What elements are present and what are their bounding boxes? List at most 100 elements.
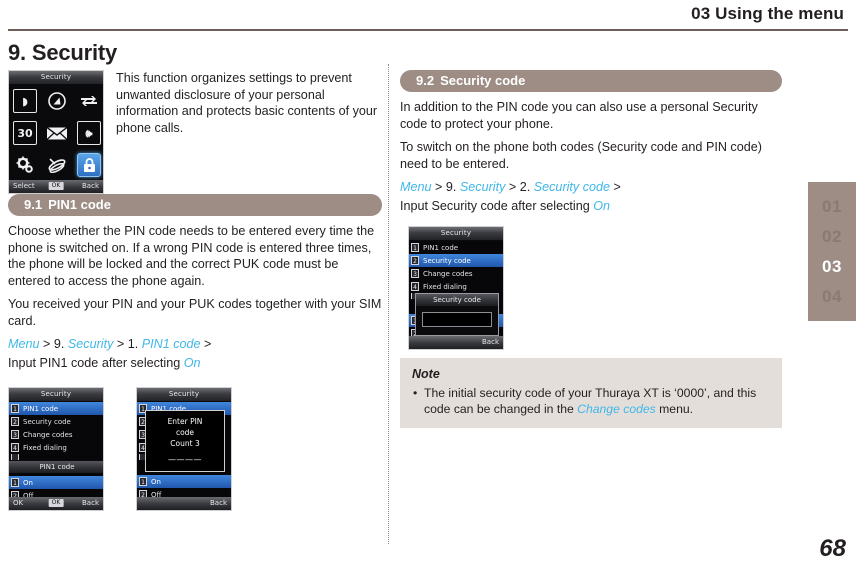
list-item-number: 2 [411,256,419,265]
chapter-tabs-sidebar: 01 02 03 04 [808,182,856,321]
list-item-number-partial [11,454,19,460]
chapter-tab-04[interactable]: 04 [808,282,856,312]
phone-softkey-bar: Select OK Back [9,180,103,193]
calendar-icon: 30 [13,121,37,145]
security-code-input[interactable] [422,312,492,327]
list-item: 2 Security code [9,415,103,428]
satellite-icon [46,154,68,176]
list-item-label: Security code [23,417,71,426]
list-item: 1 PIN1 code [9,402,103,415]
list-item: 2 Security code [409,254,503,267]
softkey-back: Back [82,182,99,190]
call-divert-icon [78,90,100,112]
list-item-number: 4 [11,443,19,452]
section-title-92: Security code [440,73,526,88]
section-title-91: PIN1 code [48,197,111,212]
note-text-post: menu. [655,402,694,416]
running-header-title: 03 Using the menu [691,4,844,23]
list-item-label: PIN1 code [23,404,59,413]
input-instruction-value: On [183,355,201,370]
list-item-label: Fixed dialing [23,443,67,452]
list-item: 4 Fixed dialing [409,280,503,293]
section-header-91: 9.1 PIN1 code [8,194,382,216]
section-91-paragraph-1: Choose whether the PIN code needs to be … [8,224,375,288]
list-item-number: 3 [11,430,19,439]
menu-path-level-2: Security [67,337,114,351]
note-link-change-codes: Change codes [577,402,656,416]
phone-screenshot-pin1-list: Security 1 PIN1 code 2 Security code 3 C… [8,387,104,511]
menu-path-sep-3: > [610,180,621,194]
phone-screenshot-pair: Security 1 PIN1 code 2 Security code 3 C… [8,387,382,519]
menu-path-sep-2: > 1. [113,337,142,351]
input-instruction-value: On [593,198,611,213]
section-header-92: 9.2 Security code [400,70,782,92]
list-item-label: PIN1 code [423,243,459,252]
chapter-tab-02[interactable]: 02 [808,222,856,252]
section-92-paragraph-1: In addition to the PIN code you can also… [400,100,758,131]
list-item: 3 Change codes [409,267,503,280]
section-91-input-instruction: Input PIN1 code after selecting On [8,355,382,372]
menu-path-sep-2: > 2. [505,180,534,194]
security-lock-icon [77,153,101,177]
section-92-input-instruction: Input Security code after selecting On [400,198,782,215]
list-item-label: Fixed dialing [423,282,467,291]
list-item: 1 PIN1 code [409,241,503,254]
phone-screenshot-wrapper-security-code: Security 1 PIN1 code 2 Security code 3 C… [400,226,782,358]
softkey-ok: OK [48,182,64,190]
section-91-menu-path: Menu > 9. Security > 1. PIN1 code > [8,336,382,353]
chapter-tab-01[interactable]: 01 [808,192,856,222]
phone-screenshot-security-menu: Security ◗ 30 🕪 Select OK Back [8,70,104,194]
page-title: 9. Security [8,40,118,65]
header-rule [8,29,848,31]
phone-screenshot-enter-pin-dialog: Security 1 PIN1 code 2 Security code 3 C… [136,387,232,511]
popup-line-1: Enter PIN [167,417,203,426]
softkey-ok: OK [48,499,64,507]
phone-titlebar: Security [9,388,103,402]
list-option-label: On [23,478,33,487]
menu-path-sep-1: > 9. [431,180,460,194]
popup-title: Security code [416,294,498,306]
menu-path-level-3: Security code [533,180,611,194]
bullet-icon: • [413,386,418,400]
list-option-number: 1 [11,478,19,487]
menu-path-root: Menu [8,337,40,351]
softkey-select: Select [13,182,35,190]
section-number-92: 9.2 [416,73,435,88]
chapter-tab-03[interactable]: 03 [808,252,856,282]
phone-icon-grid: ◗ 30 🕪 [9,85,103,181]
page-number: 68 [819,535,846,562]
left-column: Security ◗ 30 🕪 Select OK Back This func… [8,70,382,519]
softkey-back: Back [82,499,99,507]
list-item-number: 2 [11,417,19,426]
list-item: 3 Change codes [9,428,103,441]
list-option-label: On [151,477,161,486]
softkey-back: Back [210,499,227,507]
section-92-paragraph-2: To switch on the phone both codes (Secur… [400,140,762,171]
list-option: 1 On [137,475,231,488]
list-item-label: Change codes [423,269,473,278]
popup-line-3: Count 3 [170,439,200,448]
compass-icon [46,90,68,112]
note-box: Note • The initial security code of your … [400,358,782,428]
menu-path-level-2: Security [459,180,506,194]
phone-titlebar: Security [137,388,231,402]
menu-path-root: Menu [400,180,432,194]
list-item-partial [9,454,103,460]
settings-gear-icon [14,154,36,176]
list-item-label: Security code [423,256,471,265]
intro-paragraph: This function organizes settings to prev… [116,71,378,135]
enter-pin-popup: Enter PIN code Count 3 ———— [145,410,225,472]
input-instruction-text: Input PIN1 code after selecting [8,355,184,370]
popup-pin-dashes: ———— [168,455,202,464]
list-item: 4 Fixed dialing [9,441,103,454]
note-title: Note [412,367,440,381]
list-item-number: 4 [411,282,419,291]
list-item-number: 3 [411,269,419,278]
security-code-popup: Security code [415,293,499,336]
sim-card-icon: ◗ [13,89,37,113]
menu-path-sep-3: > [200,337,212,351]
popup-body [416,306,498,335]
phone-menu-list: 1 PIN1 code 2 Security code 3 Change cod… [9,402,103,500]
section-92-menu-path: Menu > 9. Security > 2. Security code > [400,179,782,196]
phone-titlebar: Security [409,227,503,241]
